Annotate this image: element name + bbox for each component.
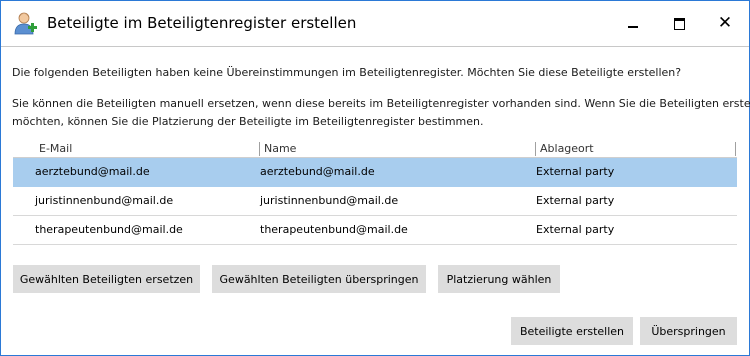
column-header-location[interactable]: Ablageort bbox=[540, 142, 594, 155]
intro-text: Die folgenden Beteiligten haben keine Üb… bbox=[12, 66, 682, 79]
cell-name: aerztebund@mail.de bbox=[260, 165, 375, 178]
maximize-icon bbox=[673, 17, 685, 30]
cell-email: juristinnenbund@mail.de bbox=[35, 194, 174, 207]
cell-email: therapeutenbund@mail.de bbox=[35, 223, 183, 236]
choose-placement-button[interactable]: Platzierung wählen bbox=[438, 265, 560, 293]
explanation-line-2: möchten, können Sie die Platzierung der … bbox=[12, 115, 484, 128]
create-participants-button[interactable]: Beteiligte erstellen bbox=[511, 317, 633, 345]
table-row[interactable]: therapeutenbund@mail.de therapeutenbund@… bbox=[13, 216, 737, 245]
close-button[interactable]: ✕ bbox=[702, 1, 748, 46]
close-icon: ✕ bbox=[717, 13, 733, 33]
title-bar[interactable]: Beteiligte im Beteiligtenregister erstel… bbox=[1, 1, 749, 46]
dialog-window: Beteiligte im Beteiligtenregister erstel… bbox=[0, 0, 750, 356]
explanation-line-1: Sie können die Beteiligten manuell erset… bbox=[12, 97, 750, 110]
participants-table: E-Mail Name Ablageort aerztebund@mail.de… bbox=[13, 141, 737, 245]
cell-name: therapeutenbund@mail.de bbox=[260, 223, 408, 236]
column-header-email[interactable]: E-Mail bbox=[39, 142, 72, 155]
title-divider bbox=[1, 46, 749, 47]
cell-location: External party bbox=[536, 165, 615, 178]
minimize-icon bbox=[628, 25, 638, 28]
cell-location: External party bbox=[536, 194, 615, 207]
replace-participant-button[interactable]: Gewählten Beteiligten ersetzen bbox=[13, 265, 200, 293]
column-header-name[interactable]: Name bbox=[264, 142, 296, 155]
column-separator[interactable] bbox=[259, 142, 260, 156]
cell-email: aerztebund@mail.de bbox=[35, 165, 150, 178]
maximize-button[interactable] bbox=[656, 1, 702, 46]
column-separator[interactable] bbox=[735, 142, 736, 156]
table-header: E-Mail Name Ablageort bbox=[13, 141, 737, 158]
skip-selected-participant-button[interactable]: Gewählten Beteiligten überspringen bbox=[212, 265, 426, 293]
skip-button[interactable]: Überspringen bbox=[640, 317, 737, 345]
column-separator[interactable] bbox=[535, 142, 536, 156]
user-add-icon bbox=[14, 12, 37, 35]
window-title: Beteiligte im Beteiligtenregister erstel… bbox=[47, 14, 357, 32]
cell-location: External party bbox=[536, 223, 615, 236]
minimize-button[interactable] bbox=[610, 1, 656, 46]
table-row[interactable]: aerztebund@mail.de aerztebund@mail.de Ex… bbox=[13, 158, 737, 187]
explanation-text: Sie können die Beteiligten manuell erset… bbox=[12, 95, 750, 131]
cell-name: juristinnenbund@mail.de bbox=[260, 194, 399, 207]
table-row[interactable]: juristinnenbund@mail.de juristinnenbund@… bbox=[13, 187, 737, 216]
